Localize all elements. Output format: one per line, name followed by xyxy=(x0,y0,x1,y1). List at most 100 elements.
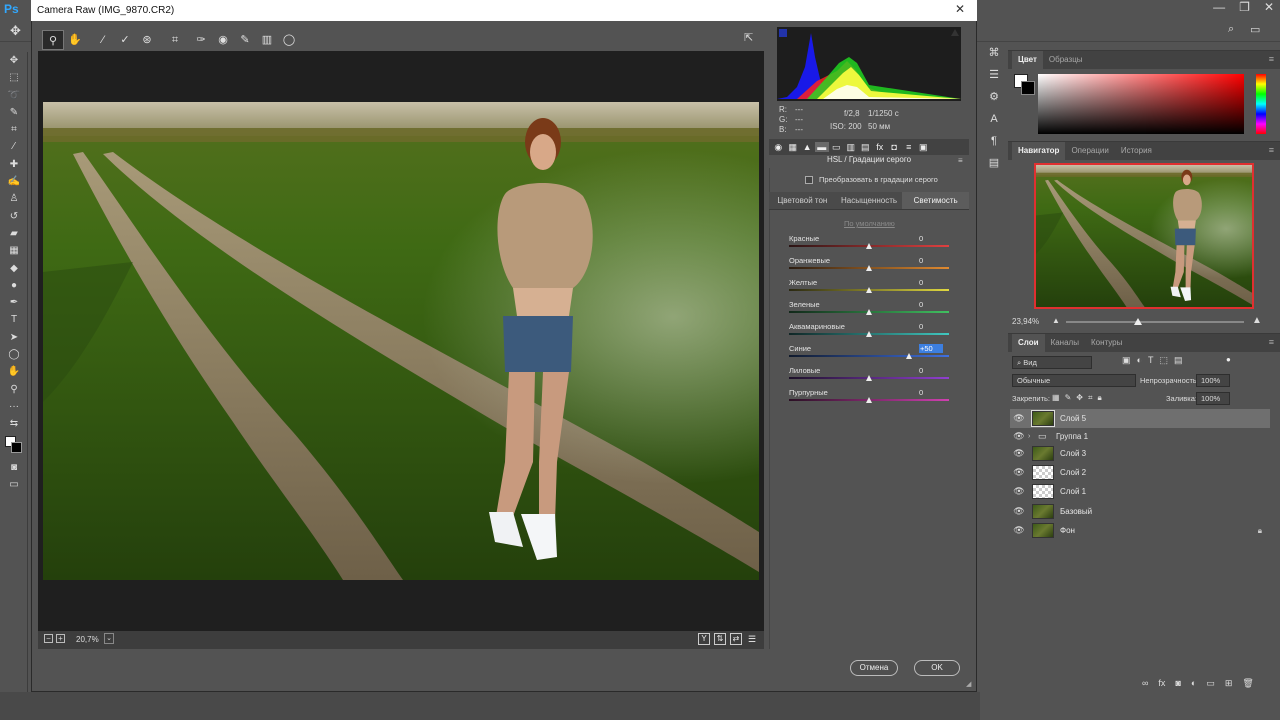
adjustment-layer-icon[interactable]: ◐ xyxy=(1191,678,1196,689)
navigator-zoom-slider[interactable] xyxy=(1066,321,1244,323)
tab-history[interactable]: История xyxy=(1115,142,1158,160)
slider-value-field[interactable]: 0 xyxy=(919,300,943,309)
lock-all-icon[interactable]: 🔒︎ xyxy=(1097,393,1101,403)
hand-tool-icon[interactable]: ✋ xyxy=(64,30,86,50)
crop-icon[interactable]: ⌗ xyxy=(0,121,28,138)
move-tool-icon[interactable]: ✥ xyxy=(10,23,21,39)
camera-calibration-icon[interactable]: ◘ xyxy=(887,142,902,152)
dialog-close-icon[interactable]: ✕ xyxy=(948,2,972,18)
quick-mask-icon[interactable]: ◙ xyxy=(0,459,28,476)
eraser-icon[interactable]: ▰ xyxy=(0,225,28,242)
slider-track[interactable] xyxy=(789,355,949,357)
zoom-out-button[interactable]: − xyxy=(44,634,53,643)
blend-mode-select[interactable]: Обычные xyxy=(1012,374,1136,387)
layer-name[interactable]: Фон xyxy=(1060,526,1075,535)
stamp-icon[interactable]: ♙ xyxy=(0,190,28,207)
cancel-button[interactable]: Отмена xyxy=(850,660,898,676)
lock-move-icon[interactable]: ✥ xyxy=(1076,393,1083,403)
red-eye-icon[interactable]: ◉ xyxy=(212,30,234,50)
effects-icon[interactable]: fx xyxy=(873,142,888,152)
slider-value-field[interactable]: 0 xyxy=(919,278,943,287)
radial-filter-icon[interactable]: ◯ xyxy=(278,30,300,50)
slider-value-field[interactable]: 0 xyxy=(919,234,943,243)
new-layer-icon[interactable]: ⊞ xyxy=(1225,678,1233,689)
gradient-icon[interactable]: ▦ xyxy=(0,242,28,259)
hsl-panel-icon[interactable]: ▬ xyxy=(814,142,829,152)
navigator-preview[interactable] xyxy=(1034,163,1254,309)
visibility-eye-icon[interactable]: 👁︎ xyxy=(1010,448,1028,459)
convert-grayscale-checkbox[interactable] xyxy=(805,175,813,184)
spot-removal-icon[interactable]: ✑ xyxy=(190,30,212,50)
background-color[interactable] xyxy=(11,441,22,453)
visibility-eye-icon[interactable]: 👁︎ xyxy=(1010,506,1028,517)
ok-button[interactable]: OK xyxy=(914,660,960,676)
tab-hue[interactable]: Цветовой тон xyxy=(769,192,836,210)
smart-filter-icon[interactable]: ▤ xyxy=(1174,355,1183,366)
layer-name[interactable]: Группа 1 xyxy=(1056,432,1088,441)
adjustment-brush-icon[interactable]: ✎ xyxy=(234,30,256,50)
close-icon[interactable]: ✕ xyxy=(1264,0,1274,14)
zoom-in-button[interactable]: + xyxy=(56,634,65,643)
tab-color[interactable]: Цвет xyxy=(1012,51,1043,69)
before-after-toggle-icon[interactable]: Y xyxy=(698,633,710,645)
workspace-icon[interactable]: ▭ xyxy=(1250,23,1260,36)
lock-paint-icon[interactable]: ✎ xyxy=(1065,393,1072,403)
visibility-eye-icon[interactable]: 👁︎ xyxy=(1010,413,1028,424)
panel-menu-icon[interactable]: ≡ xyxy=(1269,54,1274,64)
crop-tool-icon[interactable]: ⌗ xyxy=(164,30,186,50)
color-swatches[interactable] xyxy=(0,433,28,459)
tab-swatches[interactable]: Образцы xyxy=(1043,51,1089,69)
slider-value-field[interactable]: 0 xyxy=(919,388,943,397)
panel-menu-icon[interactable]: ≡ xyxy=(1269,145,1274,155)
tab-layers[interactable]: Слои xyxy=(1012,334,1045,352)
split-toning-icon[interactable]: ▭ xyxy=(829,142,844,153)
visibility-eye-icon[interactable]: 👁︎ xyxy=(1010,431,1028,442)
panel-menu-icon[interactable]: ≡ xyxy=(1269,337,1274,347)
layer-row[interactable]: 👁︎ Слой 1 xyxy=(1010,482,1270,501)
minimize-icon[interactable]: — xyxy=(1213,0,1225,14)
detail-icon[interactable]: ▲ xyxy=(800,142,815,152)
slider-value-field[interactable]: +50 xyxy=(919,344,943,353)
zoom-dropdown-icon[interactable]: ⌄ xyxy=(104,633,114,644)
layer-row[interactable]: 👁︎ Слой 2 xyxy=(1010,463,1270,482)
slider-knob[interactable] xyxy=(866,375,872,381)
pen-icon[interactable]: ✒ xyxy=(0,294,28,311)
adjustment-filter-icon[interactable]: ◐ xyxy=(1137,355,1142,366)
zoom-in-icon[interactable]: ▲ xyxy=(1252,315,1262,326)
visibility-eye-icon[interactable]: 👁︎ xyxy=(1010,467,1028,478)
tab-paths[interactable]: Контуры xyxy=(1085,334,1128,352)
brush-icon[interactable]: ✍ xyxy=(0,173,28,190)
layer-name[interactable]: Слой 2 xyxy=(1060,468,1086,477)
graduated-filter-icon[interactable]: ▥ xyxy=(256,30,278,50)
swap-colors-icon[interactable]: ⇆ xyxy=(0,415,28,432)
tab-channels[interactable]: Каналы xyxy=(1045,334,1085,352)
screen-mode-icon[interactable]: ▭ xyxy=(0,476,28,493)
slider-knob[interactable] xyxy=(906,353,912,359)
photo-preview[interactable] xyxy=(43,102,759,580)
blur-icon[interactable]: ◆ xyxy=(0,260,28,277)
layer-row[interactable]: 👁︎ Фон 🔒︎ xyxy=(1010,521,1270,540)
default-link[interactable]: По умолчанию xyxy=(844,219,895,228)
link-layers-icon[interactable]: ∞ xyxy=(1142,678,1148,689)
add-mask-icon[interactable]: ◙ xyxy=(1175,678,1180,689)
shadow-clipping-icon[interactable] xyxy=(779,29,787,37)
type-icon[interactable]: T xyxy=(0,311,28,328)
new-group-icon[interactable]: ▭ xyxy=(1206,678,1215,689)
paragraph-icon[interactable]: ¶ xyxy=(980,130,1008,152)
layer-name[interactable]: Слой 1 xyxy=(1060,487,1086,496)
quick-select-icon[interactable]: ✎ xyxy=(0,104,28,121)
basic-panel-icon[interactable]: ◉ xyxy=(771,142,786,153)
slider-knob[interactable] xyxy=(866,397,872,403)
layer-row[interactable]: 👁︎ Базовый xyxy=(1010,502,1270,521)
path-select-icon[interactable]: ➤ xyxy=(0,329,28,346)
layer-row[interactable]: 👁︎ Слой 3 xyxy=(1010,444,1270,463)
slider-value-field[interactable]: 0 xyxy=(919,256,943,265)
lock-artboard-icon[interactable]: ⌗ xyxy=(1088,393,1093,403)
opacity-field[interactable]: 100% xyxy=(1196,374,1230,387)
pixel-filter-icon[interactable]: ▣ xyxy=(1122,355,1131,366)
preview-options-icon[interactable]: ☰ xyxy=(746,633,758,645)
dodge-icon[interactable]: ● xyxy=(0,277,28,294)
color-picker-field[interactable] xyxy=(1038,74,1244,134)
transform-icon[interactable]: ▤ xyxy=(858,142,873,153)
character-icon[interactable]: A xyxy=(980,108,1008,130)
